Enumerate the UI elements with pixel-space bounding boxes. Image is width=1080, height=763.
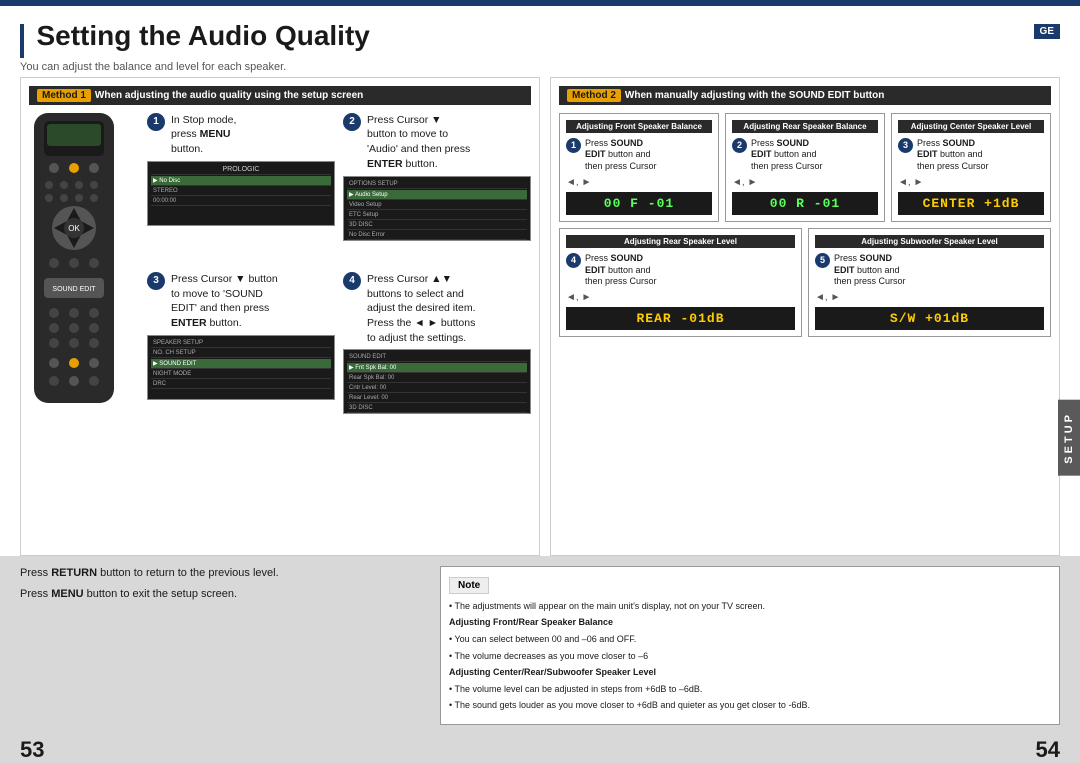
step1-block: 1 In Stop mode,press MENUbutton. PROLOGI…: [147, 113, 335, 264]
body-area: Method 1 When adjusting the audio qualit…: [0, 77, 1080, 556]
step4-text: Press Cursor ▲▼buttons to select andadju…: [367, 272, 476, 345]
note-box: Note • The adjustments will appear on th…: [440, 566, 1060, 725]
rear-level-display: REAR -01dB: [566, 307, 795, 330]
ge-badge: GE: [1034, 24, 1060, 39]
rear-balance-display: 00 R -01: [732, 192, 878, 215]
center-level-box: Adjusting Center Speaker Level 3 Press S…: [891, 113, 1051, 222]
front-balance-step: 1 Press SOUNDEDIT button andthen press C…: [566, 138, 712, 173]
rear-balance-step-num: 2: [732, 138, 747, 153]
sub-display: S/W +01dB: [815, 307, 1044, 330]
note1: • The adjustments will appear on the mai…: [449, 600, 1051, 613]
front-balance-box: Adjusting Front Speaker Balance 1 Press …: [559, 113, 719, 222]
method1-box: Method 1 When adjusting the audio qualit…: [20, 77, 540, 556]
rear-level-step-num: 4: [566, 253, 581, 268]
page-title: Setting the Audio Quality: [36, 20, 369, 51]
bottom-left: Press RETURN button to return to the pre…: [20, 566, 420, 725]
header: Setting the Audio Quality You can adjust…: [0, 6, 1080, 77]
front-cursor-arrows: ◄, ►: [566, 177, 712, 188]
remote-image: OK SOUND EDIT: [29, 113, 139, 438]
sub-step-num: 5: [815, 253, 830, 268]
step2-screen: OPTIONS SETUP ▶ Audio Setup Video Setup …: [343, 176, 531, 241]
rear-balance-step-text: Press SOUNDEDIT button andthen press Cur…: [751, 138, 823, 173]
method1-header: Method 1 When adjusting the audio qualit…: [29, 86, 531, 105]
method1-title: When adjusting the audio quality using t…: [95, 90, 363, 101]
rear-balance-box: Adjusting Rear Speaker Balance 2 Press S…: [725, 113, 885, 222]
rear-level-step-text: Press SOUNDEDIT button andthen press Cur…: [585, 253, 657, 288]
step3-header: 3 Press Cursor ▼ buttonto move to 'SOUND…: [147, 272, 335, 331]
bottom-section: Press RETURN button to return to the pre…: [0, 556, 1080, 735]
step2-block: 2 Press Cursor ▼button to move to'Audio'…: [343, 113, 531, 264]
note6: • The volume level can be adjusted in st…: [449, 683, 1051, 696]
method2-box: Method 2 When manually adjusting with th…: [550, 77, 1060, 556]
center-display: CENTER +1dB: [898, 192, 1044, 215]
main-content: Setting the Audio Quality You can adjust…: [0, 6, 1080, 763]
return-text: Press RETURN button to return to the pre…: [20, 566, 420, 581]
method2-header: Method 2 When manually adjusting with th…: [559, 86, 1051, 105]
center-step-text: Press SOUNDEDIT button andthen press Cur…: [917, 138, 989, 173]
step4-screen: SOUND EDIT ▶ Fnt Spk Bal: 00 Rear Spk Ba…: [343, 349, 531, 414]
method2-title: When manually adjusting with the SOUND E…: [625, 90, 884, 101]
sub-level-title: Adjusting Subwoofer Speaker Level: [815, 235, 1044, 248]
step1-circle: 1: [147, 113, 165, 131]
step1-text: In Stop mode,press MENUbutton.: [171, 113, 236, 157]
page-left: 53: [20, 737, 44, 763]
center-step-num: 3: [898, 138, 913, 153]
setup-tab: SETUP: [1058, 400, 1080, 476]
page-subtitle: You can adjust the balance and level for…: [20, 61, 370, 73]
step2-text: Press Cursor ▼button to move to'Audio' a…: [367, 113, 470, 172]
step3-text: Press Cursor ▼ buttonto move to 'SOUNDED…: [171, 272, 278, 331]
step2-header: 2 Press Cursor ▼button to move to'Audio'…: [343, 113, 531, 172]
step4-block: 4 Press Cursor ▲▼buttons to select andad…: [343, 272, 531, 438]
front-display: 00 F -01: [566, 192, 712, 215]
rear-level-cursor: ◄, ►: [566, 292, 795, 303]
center-level-title: Adjusting Center Speaker Level: [898, 120, 1044, 133]
sub-step-text: Press SOUNDEDIT button andthen press Cur…: [834, 253, 906, 288]
center-level-step: 3 Press SOUNDEDIT button andthen press C…: [898, 138, 1044, 173]
svg-text:OK: OK: [68, 224, 80, 233]
step1-screen: PROLOGIC ▶ No Disc STEREO 00:00:00: [147, 161, 335, 226]
svg-text:SOUND EDIT: SOUND EDIT: [52, 286, 96, 293]
step3-circle: 3: [147, 272, 165, 290]
sub-cursor: ◄, ►: [815, 292, 1044, 303]
step4-circle: 4: [343, 272, 361, 290]
note5: Adjusting Center/Rear/Subwoofer Speaker …: [449, 666, 1051, 679]
remote-svg: OK SOUND EDIT: [29, 113, 119, 433]
rear-balance-cursor: ◄, ►: [732, 177, 878, 188]
bottom-right: Note • The adjustments will appear on th…: [440, 566, 1060, 725]
method1-number: Method 1: [37, 89, 91, 102]
speaker-sections-row2: Adjusting Rear Speaker Level 4 Press SOU…: [559, 228, 1051, 337]
rear-level-title: Adjusting Rear Speaker Level: [566, 235, 795, 248]
step3-block: 3 Press Cursor ▼ buttonto move to 'SOUND…: [147, 272, 335, 438]
left-panel: Method 1 When adjusting the audio qualit…: [20, 77, 540, 556]
rear-balance-title: Adjusting Rear Speaker Balance: [732, 120, 878, 133]
page-numbers: 53 54: [0, 735, 1080, 763]
method1-steps: 1 In Stop mode,press MENUbutton. PROLOGI…: [147, 113, 531, 438]
note-header: Note: [449, 577, 489, 594]
step3-screen: SPEAKER SETUP NO. CH SETUP ▶ SOUND EDIT …: [147, 335, 335, 400]
front-balance-title: Adjusting Front Speaker Balance: [566, 120, 712, 133]
sub-level-box: Adjusting Subwoofer Speaker Level 5 Pres…: [808, 228, 1051, 337]
front-step-num: 1: [566, 138, 581, 153]
center-cursor: ◄, ►: [898, 177, 1044, 188]
note2: Adjusting Front/Rear Speaker Balance: [449, 616, 1051, 629]
step1-header: 1 In Stop mode,press MENUbutton.: [147, 113, 335, 157]
step2-circle: 2: [343, 113, 361, 131]
note4: • The volume decreases as you move close…: [449, 650, 1051, 663]
step4-header: 4 Press Cursor ▲▼buttons to select andad…: [343, 272, 531, 345]
sub-level-step: 5 Press SOUNDEDIT button andthen press C…: [815, 253, 1044, 288]
page-right: 54: [1036, 737, 1060, 763]
title-block: Setting the Audio Quality You can adjust…: [20, 20, 370, 73]
menu-text: Press MENU button to exit the setup scre…: [20, 587, 420, 602]
note7: • The sound gets louder as you move clos…: [449, 699, 1051, 712]
method2-number: Method 2: [567, 89, 621, 102]
note3: • You can select between 00 and –06 and …: [449, 633, 1051, 646]
left-content: OK SOUND EDIT: [29, 113, 531, 438]
speaker-sections-row1: Adjusting Front Speaker Balance 1 Press …: [559, 113, 1051, 222]
front-step-text: Press SOUNDEDIT button andthen press Cur…: [585, 138, 657, 173]
rear-balance-step: 2 Press SOUNDEDIT button andthen press C…: [732, 138, 878, 173]
right-panel: Method 2 When manually adjusting with th…: [550, 77, 1060, 556]
rear-level-box: Adjusting Rear Speaker Level 4 Press SOU…: [559, 228, 802, 337]
rear-level-step: 4 Press SOUNDEDIT button andthen press C…: [566, 253, 795, 288]
